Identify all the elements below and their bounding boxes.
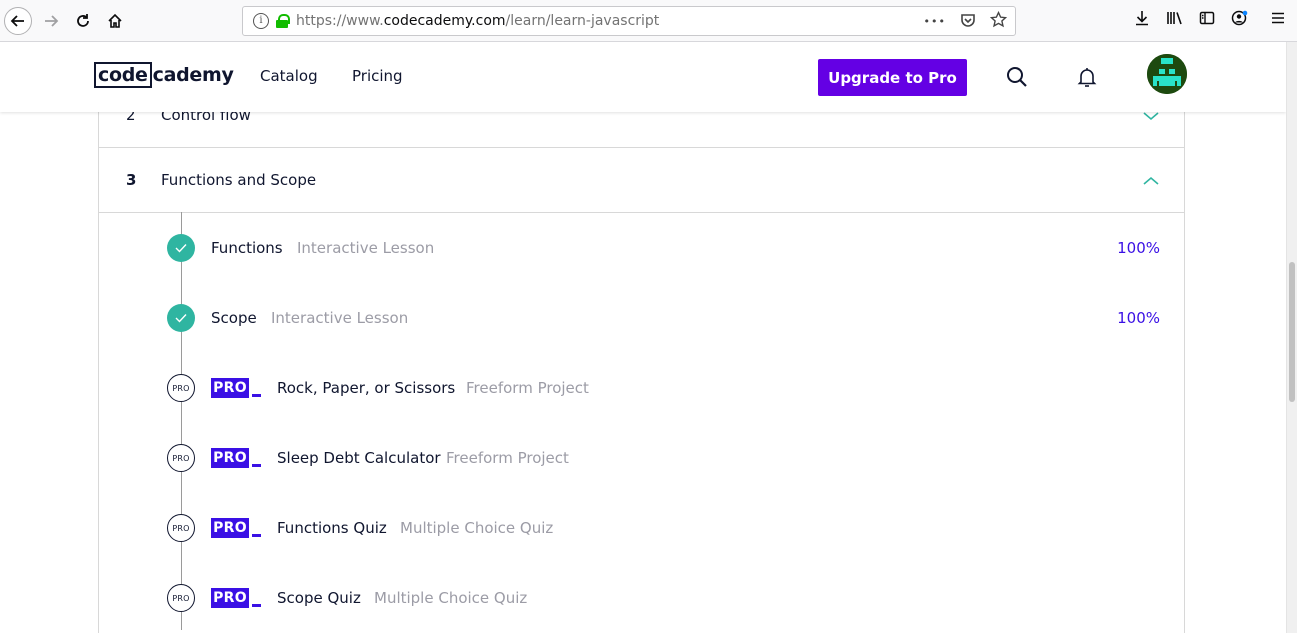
page-content: 2 Control flow 3 Functions and Scope Fun… <box>0 42 1286 633</box>
lock-icon[interactable] <box>276 14 290 28</box>
lesson-name[interactable]: Sleep Debt Calculator <box>277 449 441 467</box>
url-host: codecademy.com <box>383 13 506 29</box>
url-text[interactable]: https://www.codecademy.com/learn/learn-j… <box>296 13 659 29</box>
lesson-progress: 100% <box>1117 239 1160 257</box>
url-prefix: https://www. <box>296 13 384 29</box>
check-circle-icon <box>167 304 195 332</box>
lesson-row[interactable]: PRO PRO Scope Quiz Multiple Choice Quiz <box>0 563 1286 633</box>
home-icon[interactable] <box>101 7 129 35</box>
pro-badge-cursor <box>252 394 261 397</box>
lesson-name[interactable]: Scope Quiz <box>277 589 361 607</box>
pro-badge: PRO <box>211 518 261 538</box>
site-info-icon[interactable]: i <box>253 13 269 29</box>
upgrade-to-pro-button[interactable]: Upgrade to Pro <box>818 59 967 96</box>
sidebar-icon[interactable] <box>1199 10 1215 26</box>
lesson-type: Multiple Choice Quiz <box>400 519 554 537</box>
module-title: Functions and Scope <box>161 171 317 189</box>
nav-catalog-link[interactable]: Catalog <box>260 67 318 85</box>
lesson-name[interactable]: Functions <box>211 239 283 257</box>
url-path: /learn/learn-javascript <box>505 13 660 29</box>
page-actions-icon[interactable]: ••• <box>924 15 946 28</box>
lesson-type: Interactive Lesson <box>297 239 435 257</box>
avatar-face-icon <box>1147 54 1187 94</box>
downloads-icon[interactable] <box>1134 10 1150 26</box>
logo-rest-text: cademy <box>152 64 234 86</box>
pocket-icon[interactable] <box>960 12 976 32</box>
pro-badge: PRO <box>211 378 261 398</box>
chevron-up-icon[interactable] <box>1143 176 1159 186</box>
bookmark-star-icon[interactable] <box>989 10 1008 32</box>
lesson-name[interactable]: Functions Quiz <box>277 519 387 537</box>
account-icon[interactable] <box>1231 10 1249 26</box>
bell-icon[interactable] <box>1075 65 1099 89</box>
logo-boxed-text: code <box>94 62 152 88</box>
pro-badge-label: PRO <box>211 448 249 468</box>
pro-lock-circle-icon: PRO <box>167 444 195 472</box>
nav-pricing-link[interactable]: Pricing <box>352 67 403 85</box>
pro-badge-label: PRO <box>211 518 249 538</box>
pro-badge: PRO <box>211 588 261 608</box>
search-icon[interactable] <box>1005 65 1029 89</box>
pro-lock-circle-icon: PRO <box>167 584 195 612</box>
module-number: 3 <box>126 171 137 189</box>
menu-icon[interactable] <box>1270 10 1286 26</box>
library-icon[interactable] <box>1166 10 1184 26</box>
scrollbar-thumb[interactable] <box>1289 262 1295 402</box>
chevron-down-icon[interactable] <box>1143 111 1159 121</box>
lesson-progress: 100% <box>1117 309 1160 327</box>
address-bar[interactable]: i https://www.codecademy.com/learn/learn… <box>242 6 1016 36</box>
lesson-row[interactable]: Functions Interactive Lesson 100% <box>0 213 1286 283</box>
check-circle-icon <box>167 234 195 262</box>
pro-badge-cursor <box>252 534 261 537</box>
pro-lock-circle-icon: PRO <box>167 514 195 542</box>
pro-badge-cursor <box>252 464 261 467</box>
lesson-type: Multiple Choice Quiz <box>374 589 528 607</box>
codecademy-logo[interactable]: code cademy <box>94 62 234 88</box>
browser-toolbar: i https://www.codecademy.com/learn/learn… <box>0 0 1297 42</box>
lesson-row[interactable]: Scope Interactive Lesson 100% <box>0 283 1286 353</box>
lesson-type: Freeform Project <box>446 449 569 467</box>
module-row-functions-and-scope[interactable]: 3 Functions and Scope <box>99 148 1184 213</box>
reload-icon[interactable] <box>69 7 97 35</box>
pro-badge-cursor <box>252 604 261 607</box>
lesson-row[interactable]: PRO PRO Rock, Paper, or Scissors Freefor… <box>0 353 1286 423</box>
lesson-type: Freeform Project <box>466 379 589 397</box>
lesson-type: Interactive Lesson <box>271 309 409 327</box>
lesson-row[interactable]: PRO PRO Sleep Debt Calculator Freeform P… <box>0 423 1286 493</box>
lesson-name[interactable]: Rock, Paper, or Scissors <box>277 379 455 397</box>
lesson-row[interactable]: PRO PRO Functions Quiz Multiple Choice Q… <box>0 493 1286 563</box>
pro-badge: PRO <box>211 448 261 468</box>
lesson-name[interactable]: Scope <box>211 309 257 327</box>
page-scrollbar[interactable] <box>1286 42 1297 633</box>
site-header: code cademy Catalog Pricing Upgrade to Pr… <box>0 42 1286 112</box>
back-arrow-icon[interactable] <box>4 7 32 35</box>
pro-lock-circle-icon: PRO <box>167 374 195 402</box>
forward-arrow-icon[interactable] <box>37 7 65 35</box>
pro-badge-label: PRO <box>211 378 249 398</box>
pro-badge-label: PRO <box>211 588 249 608</box>
user-avatar[interactable] <box>1147 54 1187 94</box>
